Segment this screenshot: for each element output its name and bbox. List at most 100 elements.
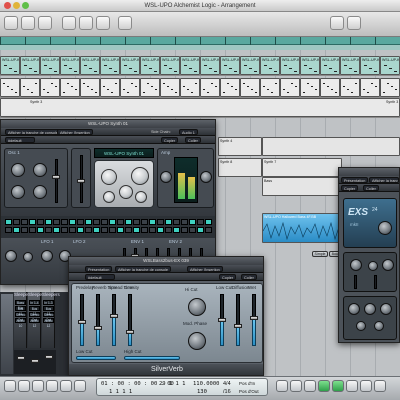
insert-slot[interactable]: In 1-4: [29, 299, 40, 305]
mod-step[interactable]: [85, 227, 92, 233]
drive-knob[interactable]: [119, 185, 133, 199]
mod-step[interactable]: [133, 219, 140, 225]
time-signature[interactable]: 4/4: [223, 381, 231, 387]
mod-step[interactable]: [197, 219, 204, 225]
exs-lfo-knob[interactable]: [364, 303, 376, 315]
mod-step[interactable]: [61, 219, 68, 225]
reverb-slider-cap[interactable]: [250, 316, 258, 320]
region-synth4[interactable]: Synth 4: [218, 137, 262, 156]
region-wsl[interactable]: WSL-UP-Kaldera: [320, 56, 340, 75]
amp-pan-knob[interactable]: [160, 171, 172, 183]
mod-step[interactable]: [149, 227, 156, 233]
region-midi[interactable]: [220, 78, 240, 97]
region-right-3[interactable]: Bass: [262, 177, 342, 196]
mod-step[interactable]: [29, 227, 36, 233]
insert-slot[interactable]: Stereo Out: [43, 311, 54, 322]
browser-button[interactable]: [347, 16, 361, 30]
region-midi[interactable]: [240, 78, 260, 97]
region-midi[interactable]: [380, 78, 400, 97]
notes-button[interactable]: [330, 16, 344, 30]
paste-button[interactable]: Coller: [185, 137, 201, 143]
insert-slot[interactable]: Audio 12: [29, 317, 40, 328]
mod-step[interactable]: [29, 219, 36, 225]
region-wsl[interactable]: WSL-UP-Kaldera: [40, 56, 60, 75]
region-wsl[interactable]: WSL-UP-Kaldera: [260, 56, 280, 75]
reverb-copy-button[interactable]: Copier: [219, 274, 237, 280]
mod-step[interactable]: [93, 227, 100, 233]
region-midi[interactable]: [320, 78, 340, 97]
lfo-depth-knob[interactable]: [23, 252, 33, 262]
mod-step[interactable]: [125, 227, 132, 233]
mod-step[interactable]: [77, 227, 84, 233]
insert-slot[interactable]: Bus 13: [43, 305, 54, 316]
mod-step[interactable]: [125, 219, 132, 225]
hyper-editor-icon[interactable]: [74, 380, 86, 392]
side-chain-select[interactable]: Audio 1: [179, 129, 198, 135]
mod-step[interactable]: [69, 227, 76, 233]
mod-step[interactable]: [37, 227, 44, 233]
join-button[interactable]: [96, 16, 110, 30]
amp-gain-knob[interactable]: [200, 171, 212, 183]
rewind-icon[interactable]: [290, 380, 302, 392]
mod-step[interactable]: [37, 219, 44, 225]
exs-env-knob[interactable]: [356, 321, 366, 331]
insert-slot[interactable]: Audio 10: [15, 317, 26, 328]
exs-drive-knob[interactable]: [382, 259, 394, 271]
mod-step[interactable]: [53, 227, 60, 233]
reverb-slider-cap[interactable]: [126, 330, 134, 334]
region-wsl[interactable]: WSL-UP-Kaldera: [20, 56, 40, 75]
region-midi[interactable]: [80, 78, 100, 97]
mod-step[interactable]: [117, 227, 124, 233]
osc-detune-knob[interactable]: [33, 185, 47, 199]
region-synth3[interactable]: Synth 3 Synth 3: [0, 98, 400, 117]
mod-step[interactable]: [109, 227, 116, 233]
mod-step[interactable]: [149, 219, 156, 225]
mod-step[interactable]: [109, 219, 116, 225]
exs-fader[interactable]: [354, 275, 357, 289]
mod-step[interactable]: [157, 219, 164, 225]
mod-step[interactable]: [133, 227, 140, 233]
region-midi[interactable]: [40, 78, 60, 97]
region-wsl[interactable]: WSL-UP-Kaldera: [140, 56, 160, 75]
mod-step[interactable]: [173, 219, 180, 225]
region-wsl[interactable]: WSL-UP-Kaldera: [300, 56, 320, 75]
mod-step[interactable]: [205, 219, 212, 225]
osc-level-fader-cap[interactable]: [52, 175, 60, 179]
lists-button[interactable]: [38, 16, 52, 30]
mod-step[interactable]: [45, 227, 52, 233]
reverb-slider-cap[interactable]: [78, 320, 86, 324]
lfo1-knob[interactable]: [41, 250, 53, 262]
mod-step[interactable]: [173, 227, 180, 233]
exs-lfo-knob[interactable]: [380, 303, 392, 315]
mod-step[interactable]: [85, 219, 92, 225]
reverb-console-menu[interactable]: Afficher la tranche de console: [115, 266, 171, 272]
mixer-icon[interactable]: [18, 380, 30, 392]
fast-forward-icon[interactable]: [304, 380, 316, 392]
strip-fader[interactable]: [31, 359, 39, 363]
piano-roll-icon[interactable]: [46, 380, 58, 392]
mod-step[interactable]: [5, 219, 12, 225]
reverb-paste-button[interactable]: Coller: [241, 274, 257, 280]
insert-slot[interactable]: Bus 12: [29, 305, 40, 316]
reverb-insert-menu[interactable]: Afficher l'insertion: [187, 266, 223, 272]
region-wsl[interactable]: WSL-UP-Kaldera: [120, 56, 140, 75]
region-midi[interactable]: [260, 78, 280, 97]
insert-slot[interactable]: In 1-3: [43, 299, 54, 305]
mod-step[interactable]: [53, 219, 60, 225]
exs-reso-knob[interactable]: [368, 261, 378, 271]
region-wsl[interactable]: WSL-UP-Kaldera: [380, 56, 400, 75]
record-icon[interactable]: [360, 380, 372, 392]
mod-step[interactable]: [141, 219, 148, 225]
insert-slot[interactable]: Stereo Out: [15, 311, 26, 322]
region-wsl[interactable]: WSL-UP-Kaldera: [100, 56, 120, 75]
mod-step[interactable]: [69, 219, 76, 225]
lfo-rate-knob[interactable]: [5, 250, 17, 262]
region-midi[interactable]: [200, 78, 220, 97]
region-wsl[interactable]: WSL-UP-Kaldera: [0, 56, 20, 75]
region-midi[interactable]: [160, 78, 180, 97]
region-wsl[interactable]: WSL-UP-Kaldera: [80, 56, 100, 75]
console-strip-menu[interactable]: Afficher la tranche de console: [5, 129, 61, 135]
reverb-slider-cap[interactable]: [234, 324, 242, 328]
insert-slot[interactable]: Audio 12: [43, 317, 54, 328]
go-to-start-icon[interactable]: [276, 380, 288, 392]
